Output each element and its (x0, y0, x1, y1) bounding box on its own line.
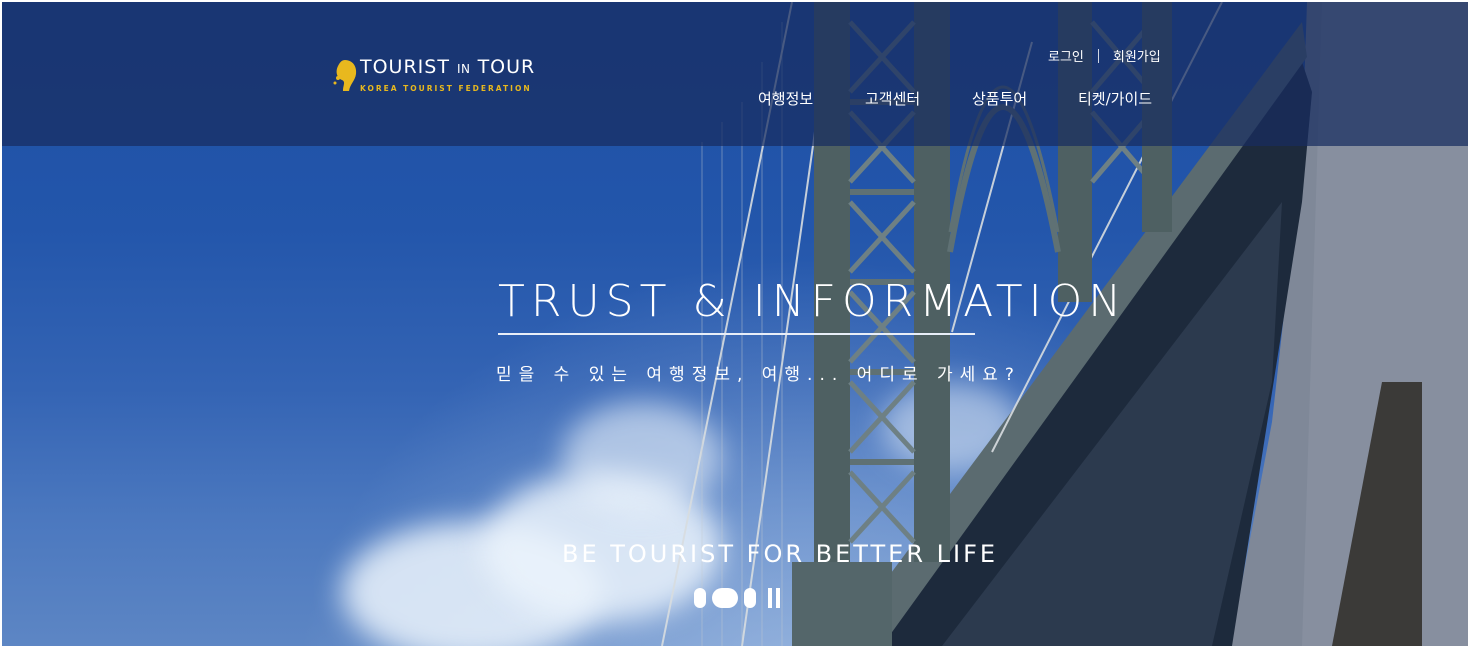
nav-item-product-tour[interactable]: 상품투어 (972, 88, 1027, 109)
pause-bar (768, 588, 772, 608)
slide-dot-3[interactable] (744, 588, 756, 608)
hero-divider (498, 333, 975, 335)
pause-icon[interactable] (768, 588, 782, 608)
header (2, 2, 1468, 146)
logo-title-main: TOURIST (360, 56, 450, 78)
nav-item-customer-center[interactable]: 고객센터 (865, 88, 920, 109)
hero-banner: TOURIST IN TOUR KOREA TOURIST FEDERATION… (2, 2, 1468, 646)
slide-dot-1[interactable] (694, 588, 706, 608)
logo-title: TOURIST IN TOUR (360, 56, 535, 78)
hero-tagline: BE TOURIST FOR BETTER LIFE (562, 540, 999, 568)
logo-subtitle: KOREA TOURIST FEDERATION (360, 84, 532, 93)
site-logo[interactable]: TOURIST IN TOUR KOREA TOURIST FEDERATION (332, 56, 534, 102)
login-link[interactable]: 로그인 (1048, 46, 1084, 65)
join-link[interactable]: 회원가입 (1113, 46, 1161, 65)
hero-title: TRUST & INFORMATION (498, 276, 1128, 327)
hero-subtitle: 믿을 수 있는 여행정보, 여행... 어디로 가세요? (496, 365, 1021, 385)
logo-title-tail: TOUR (477, 56, 536, 78)
nav-item-ticket-guide[interactable]: 티켓/가이드 (1078, 88, 1152, 109)
util-divider (1097, 48, 1099, 63)
logo-mark-icon (333, 60, 357, 91)
nav-item-travel-info[interactable]: 여행정보 (758, 88, 813, 109)
util-menu: 로그인 회원가입 (1048, 46, 1161, 65)
pause-bar (776, 588, 780, 608)
logo-title-in: IN (457, 62, 471, 76)
slide-dot-2-active[interactable] (712, 588, 738, 608)
